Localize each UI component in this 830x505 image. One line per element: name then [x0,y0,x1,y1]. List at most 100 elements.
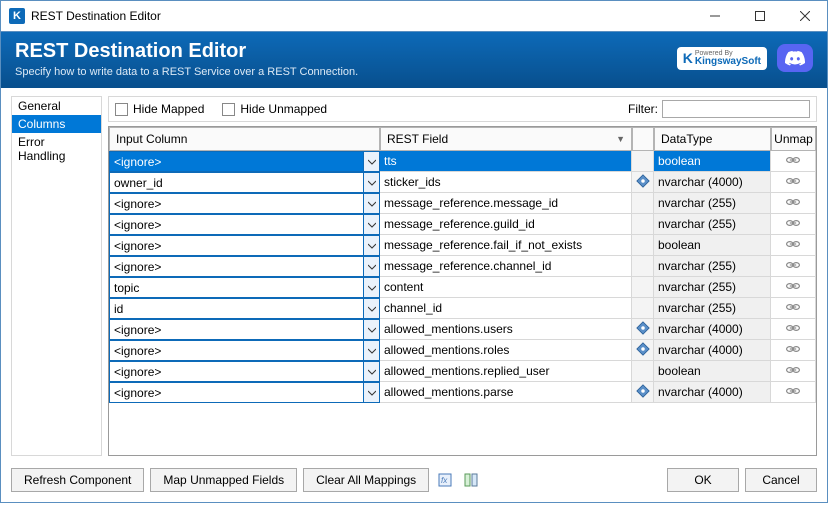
chevron-down-icon [363,299,379,318]
minimize-button[interactable] [692,1,737,31]
col-header-unmap[interactable]: Unmap [771,127,816,151]
ok-button[interactable]: OK [667,468,739,492]
hide-unmapped-checkbox[interactable]: Hide Unmapped [222,102,327,116]
datatype-cell: nvarchar (255) [654,193,771,214]
map-unmapped-fields-button[interactable]: Map Unmapped Fields [150,468,297,492]
unmap-button[interactable] [771,361,816,382]
table-row[interactable]: <ignore>allowed_mentions.users nvarchar (… [109,319,816,340]
expression-icon[interactable]: fx [435,470,455,490]
unmap-button[interactable] [771,298,816,319]
chevron-down-icon [363,320,379,339]
link-icon [785,154,801,168]
rest-field-cell: allowed_mentions.roles [380,340,632,361]
key-indicator [632,193,654,214]
rest-field-cell: message_reference.fail_if_not_exists [380,235,632,256]
filter-input[interactable] [662,100,810,118]
column-map-icon[interactable] [461,470,481,490]
datatype-cell: boolean [654,235,771,256]
rest-field-cell: allowed_mentions.users [380,319,632,340]
unmap-button[interactable] [771,214,816,235]
hide-mapped-checkbox[interactable]: Hide Mapped [115,102,204,116]
key-icon [636,384,650,401]
columns-toolbar: Hide Mapped Hide Unmapped Filter: [108,96,817,122]
datatype-cell: nvarchar (255) [654,214,771,235]
input-column-dropdown[interactable]: <ignore> [109,319,380,340]
key-indicator [632,319,654,340]
page-subtitle: Specify how to write data to a REST Serv… [15,66,358,78]
unmap-button[interactable] [771,235,816,256]
link-icon [785,280,801,294]
input-column-dropdown[interactable]: owner_id [109,172,380,193]
input-column-dropdown[interactable]: <ignore> [109,382,380,403]
col-header-input[interactable]: Input Column [109,127,380,151]
col-header-rest[interactable]: REST Field▼ [380,127,632,151]
key-indicator [632,235,654,256]
rest-field-cell: allowed_mentions.parse [380,382,632,403]
link-icon [785,343,801,357]
input-column-dropdown[interactable]: <ignore> [109,361,380,382]
table-row[interactable]: <ignore>allowed_mentions.rolesnvarchar (… [109,340,816,361]
col-header-datatype[interactable]: DataType [654,127,771,151]
kingswaysoft-logo: K Powered By KingswaySoft [677,47,767,70]
table-row[interactable]: <ignore>message_reference.fail_if_not_ex… [109,235,816,256]
unmap-button[interactable] [771,382,816,403]
table-row[interactable]: topiccontentnvarchar (255) [109,277,816,298]
cancel-button[interactable]: Cancel [745,468,817,492]
input-column-dropdown[interactable]: <ignore> [109,151,380,172]
table-row[interactable]: idchannel_idnvarchar (255) [109,298,816,319]
key-icon [636,321,650,338]
input-column-dropdown[interactable]: <ignore> [109,256,380,277]
datatype-cell: nvarchar (4000) [654,172,771,193]
col-header-key[interactable] [632,127,654,151]
key-indicator [632,172,654,193]
table-row[interactable]: owner_idsticker_ids nvarchar (4000) [109,172,816,193]
rest-field-cell: message_reference.channel_id [380,256,632,277]
clear-all-mappings-button[interactable]: Clear All Mappings [303,468,429,492]
input-column-dropdown[interactable]: <ignore> [109,214,380,235]
datatype-cell: boolean [654,151,771,172]
key-indicator [632,382,654,403]
key-icon [636,342,650,359]
unmap-button[interactable] [771,151,816,172]
datatype-cell: nvarchar (255) [654,298,771,319]
chevron-down-icon [363,383,379,402]
window-title: REST Destination Editor [31,9,692,23]
unmap-button[interactable] [771,319,816,340]
link-icon [785,196,801,210]
key-indicator [632,151,654,172]
datatype-cell: nvarchar (4000) [654,319,771,340]
input-column-dropdown[interactable]: <ignore> [109,193,380,214]
table-row[interactable]: <ignore>allowed_mentions.parsenvarchar (… [109,382,816,403]
discord-icon [777,44,813,72]
table-row[interactable]: <ignore>ttsboolean [109,151,816,172]
unmap-button[interactable] [771,256,816,277]
unmap-button[interactable] [771,340,816,361]
filter-label: Filter: [628,102,658,116]
maximize-button[interactable] [737,1,782,31]
page-title: REST Destination Editor [15,40,358,63]
table-row[interactable]: <ignore>message_reference.channel_idnvar… [109,256,816,277]
unmap-button[interactable] [771,193,816,214]
table-row[interactable]: <ignore>message_reference.message_idnvar… [109,193,816,214]
link-icon [785,364,801,378]
footer: Refresh Component Map Unmapped Fields Cl… [1,460,827,502]
input-column-dropdown[interactable]: id [109,298,380,319]
app-icon: K [9,8,25,24]
nav-item-general[interactable]: General [12,97,101,115]
input-column-dropdown[interactable]: <ignore> [109,340,380,361]
nav-item-columns[interactable]: Columns [12,115,101,133]
unmap-button[interactable] [771,172,816,193]
table-row[interactable]: <ignore>allowed_mentions.replied_userboo… [109,361,816,382]
link-icon [785,217,801,231]
rest-field-cell: sticker_ids [380,172,632,193]
input-column-dropdown[interactable]: <ignore> [109,235,380,256]
rest-field-cell: message_reference.guild_id [380,214,632,235]
refresh-component-button[interactable]: Refresh Component [11,468,144,492]
close-button[interactable] [782,1,827,31]
key-indicator [632,256,654,277]
unmap-button[interactable] [771,277,816,298]
table-row[interactable]: <ignore>message_reference.guild_id nvarch… [109,214,816,235]
input-column-dropdown[interactable]: topic [109,277,380,298]
nav-item-error-handling[interactable]: Error Handling [12,133,101,165]
chevron-down-icon: ▼ [616,134,625,144]
